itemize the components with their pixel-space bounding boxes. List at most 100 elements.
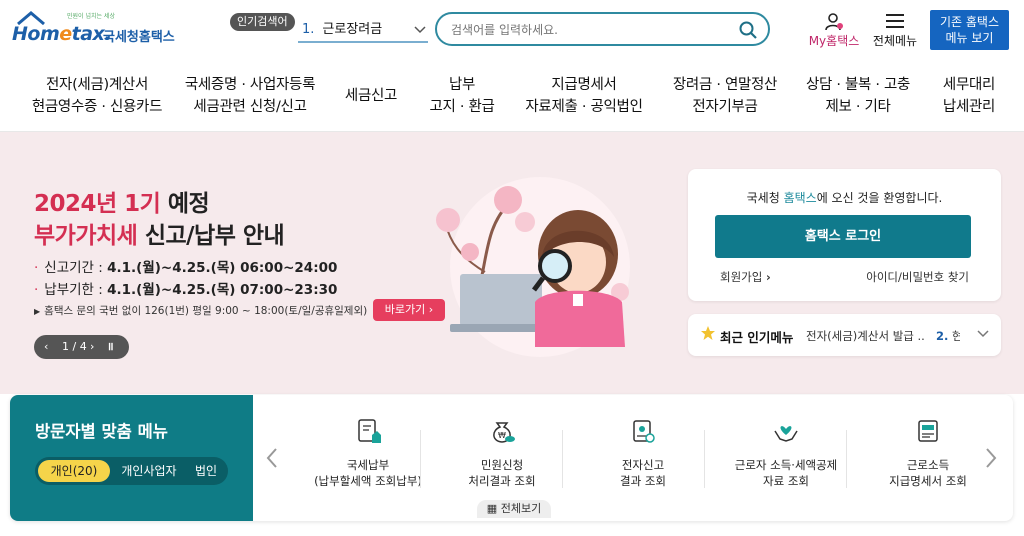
find-id-password-link[interactable]: 아이디/비밀번호 찾기 — [866, 269, 969, 285]
nav-item-line1: 국세증명 · 사업자등록 — [184, 77, 316, 93]
view-all-button[interactable]: ▦ 전체보기 — [477, 500, 551, 518]
carousel-prev-icon[interactable] — [266, 447, 278, 474]
next-slide-icon[interactable]: › — [90, 335, 94, 359]
star-icon — [701, 326, 715, 340]
triangle-right-icon: ▶ — [34, 307, 41, 316]
all-menu-button[interactable]: 전체메뉴 — [868, 12, 922, 52]
service-label: 국세납부 (납부할세액 조회납부) — [314, 458, 422, 488]
user-icon — [825, 13, 843, 31]
popular-menu-item[interactable]: 전자(세금)계산서 발급 ... — [806, 328, 926, 344]
nav-item-line2: 제보 · 기타 — [825, 99, 891, 115]
divider — [562, 430, 563, 488]
nav-item-line2: 납세관리 — [942, 99, 996, 115]
visitor-menu-title: 방문자별 맞춤 메뉴 — [35, 422, 168, 441]
nav-item-incentives[interactable]: 장려금 · 연말정산 전자기부금 — [666, 74, 784, 118]
prev-slide-icon[interactable]: ‹ — [44, 335, 48, 359]
divider — [704, 430, 705, 488]
service-petition-results[interactable]: ₩ 민원신청 처리결과 조회 — [432, 413, 572, 495]
tax-payment-icon — [358, 419, 381, 443]
service-income-deduction[interactable]: 근로자 소득·세액공제 자료 조회 — [716, 413, 856, 495]
divider — [420, 430, 421, 488]
nav-item-line2: 현금영수증 · 신용카드 — [31, 99, 163, 115]
statement-icon — [918, 420, 938, 442]
chevron-down-icon — [414, 19, 426, 48]
e-filing-icon — [633, 420, 655, 443]
service-income-statement[interactable]: 근로소득 지급명세서 조회 — [858, 413, 998, 495]
nav-item-line2: 세금관련 신청/신고 — [193, 99, 307, 115]
service-e-filing-results[interactable]: 전자신고 결과 조회 — [573, 413, 713, 495]
hero-illustration — [436, 177, 630, 357]
nav-item-line1: 세금신고 — [344, 88, 398, 104]
login-button[interactable]: 홈택스 로그인 — [715, 215, 971, 258]
popular-search-term: 근로장려금 — [322, 22, 383, 37]
search-box — [435, 12, 770, 46]
nav-item-payment[interactable]: 납부 고지 · 환급 — [422, 74, 502, 118]
hands-heart-icon — [774, 426, 798, 442]
nav-item-line1: 세무대리 — [942, 77, 996, 93]
main-nav: 전자(세금)계산서 현금영수증 · 신용카드 국세증명 · 사업자등록 세금관련… — [0, 62, 1024, 132]
popular-search-select[interactable]: 1. 근로장려금 — [298, 19, 428, 43]
legacy-menu-line1: 기존 홈택스 — [939, 15, 999, 29]
nav-item-tax-agent[interactable]: 세무대리 납세관리 — [934, 74, 1004, 118]
hero-title-line2: 부가가치세 신고/납부 안내 — [34, 223, 285, 249]
visitor-tabs: 개인(20) 개인사업자 법인 — [35, 457, 228, 485]
popular-menu-item[interactable]: 2. 현 — [936, 328, 960, 344]
nav-item-statements[interactable]: 지급명세서 자료제출 · 공익법인 — [518, 74, 650, 118]
service-label: 민원신청 처리결과 조회 — [468, 458, 536, 488]
hero-title-line1: 2024년 1기 예정 — [34, 191, 210, 217]
logo-subtitle: 국세청홈택스 — [103, 30, 175, 45]
search-icon[interactable] — [738, 20, 758, 40]
nav-item-line1: 전자(세금)계산서 — [46, 77, 148, 93]
service-label: 근로자 소득·세액공제 자료 조회 — [734, 458, 838, 488]
my-hometax-label: My홈택스 — [808, 34, 860, 48]
header: 민원이 넘치는 세상 Hometax. 국세청홈택스 인기검색어 1. 근로장려금… — [0, 0, 1024, 62]
nav-item-consultation[interactable]: 상담 · 불복 · 고충 제보 · 기타 — [800, 74, 916, 118]
join-link[interactable]: 회원가입 › — [720, 269, 771, 285]
banner-pager: ‹ 1 / 4 › ॥ — [34, 335, 129, 359]
pause-icon[interactable]: ॥ — [107, 335, 114, 359]
payment-deadline: · 납부기한 : 4.1.(월)~4.25.(목) 07:00~23:30 — [34, 282, 338, 298]
nav-item-line1: 장려금 · 연말정산 — [672, 77, 778, 93]
hamburger-menu-icon — [886, 14, 904, 28]
popular-search-badge: 인기검색어 — [230, 13, 295, 31]
svg-text:₩: ₩ — [498, 431, 506, 440]
all-menu-label: 전체메뉴 — [872, 34, 918, 48]
service-label: 전자신고 결과 조회 — [620, 458, 666, 488]
hometax-logo[interactable]: 민원이 넘치는 세상 Hometax. 국세청홈택스 — [12, 11, 182, 51]
nav-item-line1: 지급명세서 — [551, 77, 617, 93]
popular-menu-title: 최근 인기메뉴 — [720, 330, 794, 345]
carousel-next-icon[interactable] — [985, 447, 997, 474]
hero-contact-note: ▶ 홈택스 문의 국번 없이 126(1번) 평일 9:00 ~ 18:00(토/… — [34, 305, 368, 317]
nav-item-tax-filing[interactable]: 세금신고 — [336, 85, 406, 107]
nav-item-line1: 상담 · 불복 · 고충 — [805, 77, 911, 93]
chevron-right-icon: › — [765, 270, 771, 284]
nav-item-e-invoice[interactable]: 전자(세금)계산서 현금영수증 · 신용카드 — [28, 74, 166, 118]
chevron-down-icon[interactable] — [977, 326, 989, 345]
service-tax-payment[interactable]: 국세납부 (납부할세액 조회납부) — [298, 413, 438, 495]
search-input[interactable] — [451, 20, 721, 40]
logo-tagline: 민원이 넘치는 세상 — [67, 13, 115, 20]
filing-period: · 신고기간 : 4.1.(월)~4.25.(목) 06:00~24:00 — [34, 260, 338, 276]
service-label: 근로소득 지급명세서 조회 — [889, 458, 967, 488]
nav-item-certificates[interactable]: 국세증명 · 사업자등록 세금관련 신청/신고 — [182, 74, 318, 118]
visitor-menu: 방문자별 맞춤 메뉴 개인(20) 개인사업자 법인 국세납부 (납부할세액 조… — [10, 395, 1013, 521]
visitor-menu-panel: 방문자별 맞춤 메뉴 개인(20) 개인사업자 법인 — [10, 395, 253, 521]
nav-item-line2: 전자기부금 — [692, 99, 758, 115]
nav-item-line2: 자료제출 · 공익법인 — [525, 99, 643, 115]
nav-item-line1: 납부 — [448, 77, 476, 93]
welcome-text: 국세청 홈택스에 오신 것을 환영합니다. — [746, 191, 943, 205]
popular-menu-card[interactable]: 최근 인기메뉴 전자(세금)계산서 발급 ... 2. 현 — [688, 314, 1001, 356]
tab-individual[interactable]: 개인(20) — [38, 460, 110, 482]
my-hometax-button[interactable]: My홈택스 — [806, 12, 862, 52]
tab-corporation[interactable]: 법인 — [187, 460, 225, 482]
login-card: 국세청 홈택스에 오신 것을 환영합니다. 홈택스 로그인 회원가입 › 아이디… — [688, 169, 1001, 301]
legacy-menu-line2: 메뉴 보기 — [945, 31, 994, 45]
logo-wordmark: Hometax. — [12, 23, 112, 45]
money-bag-icon: ₩ — [493, 422, 515, 443]
legacy-menu-button[interactable]: 기존 홈택스 메뉴 보기 — [930, 10, 1009, 50]
tab-sole-proprietor[interactable]: 개인사업자 — [113, 460, 185, 482]
pager-count: 1 / 4 — [62, 340, 87, 353]
nav-item-line2: 고지 · 환급 — [429, 99, 495, 115]
popular-search-rank: 1. — [302, 22, 315, 37]
divider — [846, 430, 847, 488]
